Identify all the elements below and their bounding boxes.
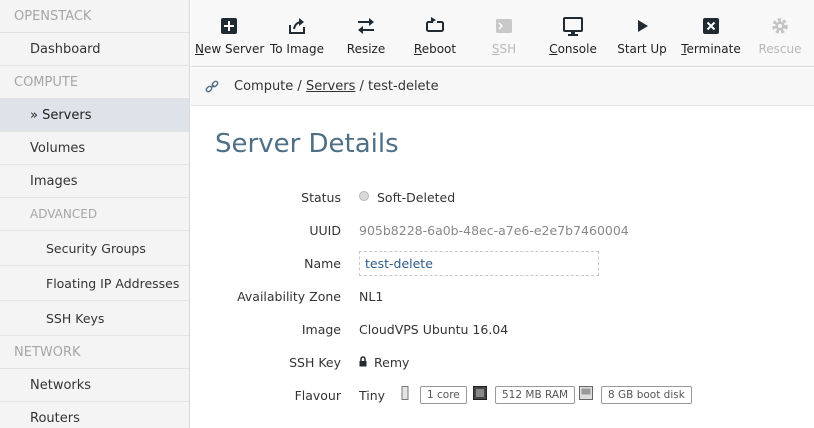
breadcrumb: Compute / Servers / test-delete [191, 68, 814, 106]
cpu-icon [401, 386, 409, 400]
sidebar-subheader-advanced: ADVANCED [0, 198, 189, 231]
link-icon [205, 80, 219, 93]
uuid-value: 905b8228-6a0b-48ec-a7e6-e2e7b7460004 [359, 223, 629, 238]
sidebar-item-dashboard[interactable]: Dashboard [0, 33, 189, 66]
sidebar: OPENSTACK Dashboard COMPUTE » Servers Vo… [0, 0, 190, 428]
uuid-label: UUID [309, 223, 341, 238]
status-dot-icon [359, 191, 369, 201]
console-button[interactable]: Console [543, 0, 603, 67]
breadcrumb-sep-2: / [359, 79, 364, 94]
terminal-icon [496, 19, 512, 33]
resize-button[interactable]: Resize [336, 0, 396, 67]
resize-arrows-icon [358, 18, 374, 34]
sidebar-item-servers[interactable]: » Servers [0, 99, 189, 132]
disk-icon [579, 386, 593, 400]
flavour-cpu-badge: 1 core [420, 386, 467, 404]
image-value: CloudVPS Ubuntu 16.04 [359, 322, 509, 337]
status-value: Soft-Deleted [377, 190, 456, 205]
export-icon [289, 18, 305, 34]
status-label: Status [301, 190, 341, 205]
start-up-label: Start Up [617, 42, 667, 56]
breadcrumb-path: Compute / Servers / test-delete [234, 68, 439, 106]
close-square-icon [703, 18, 719, 34]
ssh-label: SSH [491, 42, 517, 56]
monitor-icon [563, 17, 583, 36]
to-image-button[interactable]: To Image [267, 0, 327, 67]
flavour-disk-badge: 8 GB boot disk [601, 386, 692, 404]
gear-icon [772, 18, 788, 34]
breadcrumb-sep-1: / [297, 79, 302, 94]
breadcrumb-root: Compute [234, 79, 294, 94]
to-image-text: To Image [269, 42, 325, 56]
page-title: Server Details [215, 129, 399, 159]
sidebar-item-floating-ips[interactable]: Floating IP Addresses [0, 266, 189, 301]
sidebar-item-security-groups[interactable]: Security Groups [0, 231, 189, 266]
lock-icon [359, 356, 367, 367]
new-server-button[interactable]: New Server [195, 0, 265, 67]
play-icon [638, 20, 648, 32]
image-label: Image [301, 322, 341, 337]
resize-label: Resize [346, 42, 386, 56]
availability-zone-label: Availability Zone [237, 289, 341, 304]
reboot-icon [426, 17, 444, 32]
sidebar-item-images[interactable]: Images [0, 165, 189, 198]
sidebar-item-volumes[interactable]: Volumes [0, 132, 189, 165]
console-label: Console [549, 42, 597, 56]
ssh-button[interactable]: SSH [474, 0, 534, 67]
sidebar-item-routers[interactable]: Routers [0, 402, 189, 428]
sidebar-header-openstack: OPENSTACK [0, 0, 189, 33]
rescue-label: Rescue [758, 42, 802, 56]
terminate-label: Terminate [681, 42, 741, 56]
sidebar-item-ssh-keys[interactable]: SSH Keys [0, 301, 189, 336]
server-name-field[interactable]: test-delete [359, 251, 599, 276]
sidebar-header-network: NETWORK [0, 336, 189, 369]
breadcrumb-current: test-delete [368, 79, 439, 94]
reboot-label: Reboot [413, 42, 457, 56]
flavour-label: Flavour [294, 388, 341, 403]
ssh-key-value: Remy [374, 355, 410, 370]
rescue-button[interactable]: Rescue [750, 0, 810, 67]
to-image-label: To Image [267, 42, 327, 56]
flavour-ram-badge: 512 MB RAM [495, 386, 576, 404]
new-server-label: New Server [195, 42, 265, 56]
action-toolbar: New Server To Image Resize Reboot SSH Co… [191, 0, 814, 67]
availability-zone-value: NL1 [359, 289, 384, 304]
flavour-value: Tiny [359, 388, 386, 403]
reboot-button[interactable]: Reboot [405, 0, 465, 67]
name-label: Name [304, 256, 341, 271]
ssh-key-label: SSH Key [289, 355, 341, 370]
plus-square-icon [221, 18, 237, 34]
start-up-button[interactable]: Start Up [612, 0, 672, 67]
terminate-button[interactable]: Terminate [680, 0, 742, 67]
breadcrumb-servers-link[interactable]: Servers [306, 79, 355, 94]
ram-icon [473, 386, 487, 400]
sidebar-header-compute: COMPUTE [0, 66, 189, 99]
sidebar-item-networks[interactable]: Networks [0, 369, 189, 402]
